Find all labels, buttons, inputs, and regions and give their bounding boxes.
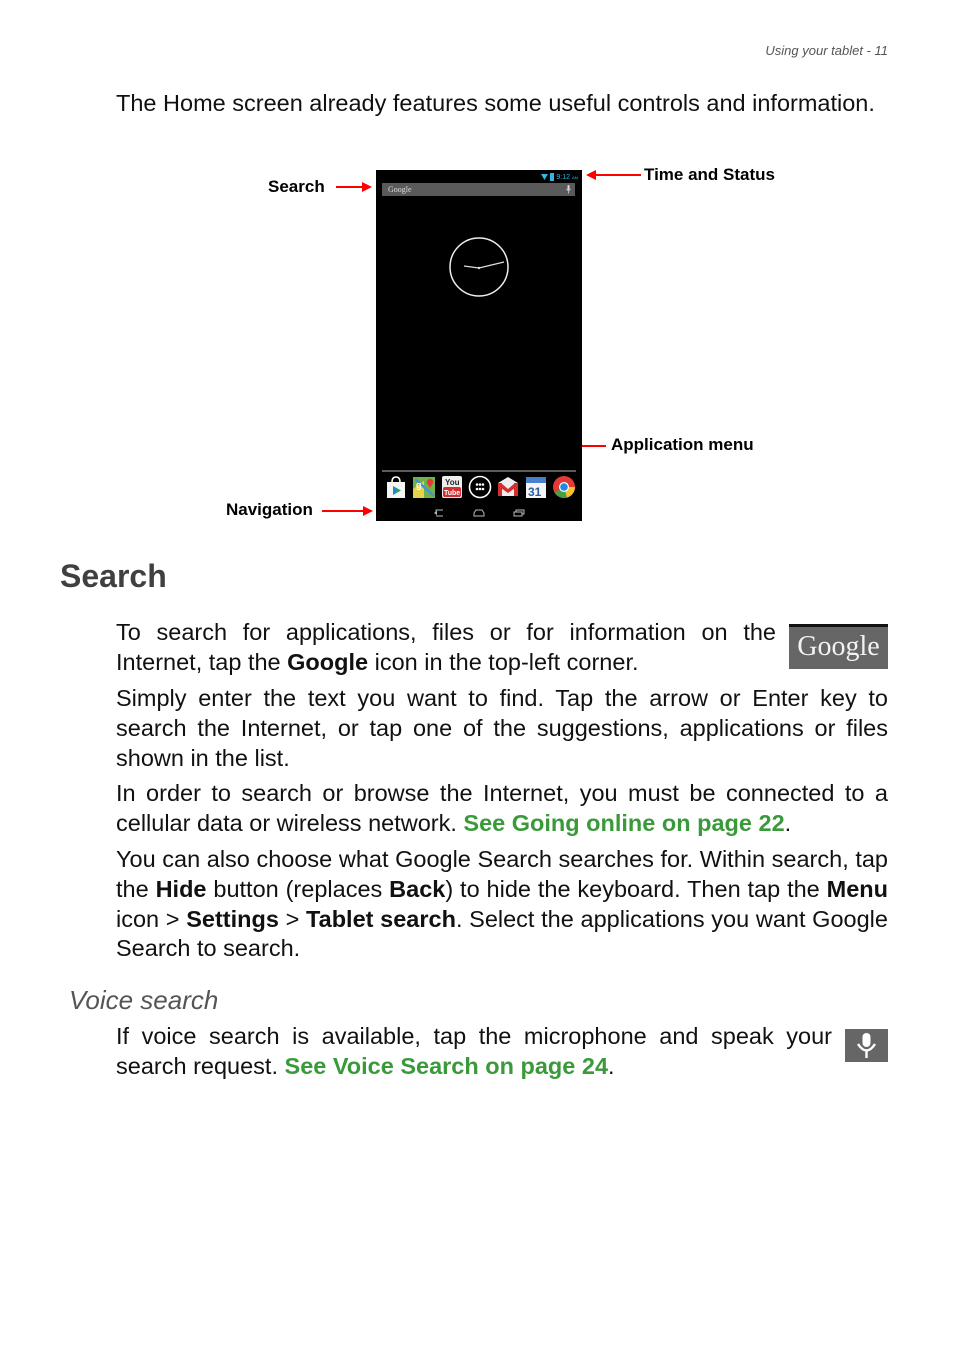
favorites-dock: g You Tube 31 xyxy=(384,475,576,499)
google-icon-image: Google xyxy=(789,624,888,669)
google-search-bar[interactable]: Google xyxy=(382,183,575,196)
navigation-arrowhead xyxy=(363,506,373,516)
recent-apps-button-icon[interactable] xyxy=(513,509,525,517)
home-button-icon[interactable] xyxy=(473,509,485,517)
label-application-menu: Application menu xyxy=(611,435,754,454)
app-launcher-icon[interactable] xyxy=(468,475,492,499)
analog-clock-widget[interactable] xyxy=(448,236,510,298)
search-paragraph-1: To search for applications, files or for… xyxy=(116,619,776,675)
gmail-icon[interactable] xyxy=(496,475,520,499)
section-heading-search: Search xyxy=(60,558,167,594)
svg-text:31: 31 xyxy=(528,485,542,499)
microphone-icon[interactable] xyxy=(566,185,571,194)
search-paragraph-2: Simply enter the text you want to find. … xyxy=(116,685,888,771)
google-bold: Google xyxy=(287,648,369,675)
play-store-icon[interactable] xyxy=(384,475,408,499)
wifi-icon xyxy=(541,174,549,180)
label-search: Search xyxy=(268,177,325,196)
status-ampm: AM xyxy=(572,174,578,180)
navigation-bar xyxy=(376,507,582,519)
status-time: 9:12 xyxy=(556,173,570,181)
microphone-icon xyxy=(856,1033,877,1058)
tablet-screenshot: 9:12 AM Google g You Tube 31 xyxy=(376,170,582,521)
battery-icon xyxy=(550,173,555,181)
back-button-icon[interactable] xyxy=(433,509,445,517)
dock-divider xyxy=(382,470,576,472)
time-status-arrowhead xyxy=(586,170,596,180)
search-paragraph-3: In order to search or browse the Interne… xyxy=(116,780,888,836)
youtube-icon[interactable]: You Tube xyxy=(440,475,464,499)
maps-icon[interactable]: g xyxy=(412,475,436,499)
microphone-icon-image xyxy=(845,1029,888,1062)
search-arrowhead xyxy=(362,182,372,192)
label-time-status: Time and Status xyxy=(644,165,775,184)
status-bar: 9:12 AM xyxy=(541,172,578,182)
going-online-link[interactable]: See Going online on page 22 xyxy=(463,810,784,836)
search-paragraph-4: You can also choose what Google Search s… xyxy=(116,846,889,962)
google-search-bar-text: Google xyxy=(388,185,412,194)
calendar-icon[interactable]: 31 xyxy=(524,475,548,499)
svg-text:g: g xyxy=(416,480,422,490)
voice-search-link[interactable]: See Voice Search on page 24 xyxy=(285,1053,609,1079)
label-navigation: Navigation xyxy=(226,500,313,519)
section-heading-voice-search: Voice search xyxy=(69,985,219,1015)
voice-paragraph-1: If voice search is available, tap the mi… xyxy=(116,1023,832,1079)
chrome-icon[interactable] xyxy=(552,475,576,499)
svg-text:Tube: Tube xyxy=(444,490,460,497)
svg-text:You: You xyxy=(445,478,460,487)
